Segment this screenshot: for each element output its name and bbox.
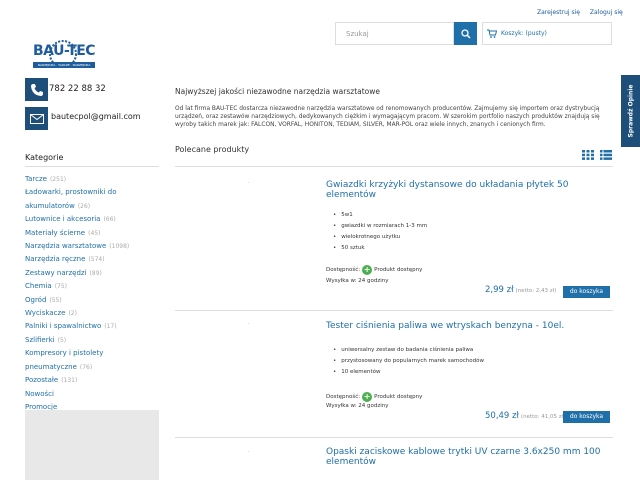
cart-icon <box>487 29 497 38</box>
availability-value: Produkt dostępny <box>374 394 423 400</box>
grid-view-icon[interactable] <box>582 150 594 160</box>
feature-item: 5w1 <box>339 210 427 221</box>
phone-icon <box>30 83 43 96</box>
category-item: akumulatorów (26) <box>25 201 91 210</box>
category-item: Pozostałe (131) <box>25 376 78 385</box>
category-item: Narzędzia warsztatowe (1098) <box>25 242 130 251</box>
featured-title: Polecane produkty <box>175 145 250 154</box>
category-item: Szlifierki (5) <box>25 335 67 344</box>
product-card: · Tester ciśnienia paliwa we wtryskach b… <box>175 309 613 438</box>
product-title[interactable]: Opaski zaciskowe kablowe trytki UV czarn… <box>326 447 606 467</box>
add-to-cart-button[interactable]: do koszyka <box>563 286 610 298</box>
product-card: · Opaski zaciskowe kablowe trytki UV cza… <box>175 437 613 480</box>
availability-label: Dostępność: <box>326 394 361 400</box>
category-item: Zestawy narzędzi (89) <box>25 268 102 277</box>
categories-divider <box>25 166 159 167</box>
sidebar-banner-placeholder <box>25 410 159 480</box>
categories-title: Kategorie <box>25 153 64 162</box>
price: 2,99 zł (netto: 2,43 zł) <box>485 285 556 295</box>
logo-subtext: NARZĘDZIA · TARCZE · NARZĘDZIA <box>33 62 95 68</box>
intro-text: Od lat firma BAU-TEC dostarcza niezawodn… <box>175 106 600 129</box>
shipping-time: Wysyłka w: 24 godziny <box>326 403 389 409</box>
product-image-placeholder[interactable]: · <box>248 180 250 186</box>
plus-icon: + <box>362 392 373 402</box>
category-item: pneumatyczne (76) <box>25 362 93 371</box>
category-item: Palniki i spawalnictwo (17) <box>25 322 117 331</box>
availability-value: Produkt dostępny <box>374 267 423 273</box>
page-headline: Najwyższej jakości niezawodne narzędzia … <box>175 87 381 96</box>
cart-label: Koszyk: (pusty) <box>501 30 547 37</box>
category-item: Lutownice i akcesoria (66) <box>25 215 116 224</box>
price-gross: 50,49 zł <box>485 411 519 421</box>
product-image-placeholder[interactable]: · <box>248 449 250 455</box>
logo-text: BAU-TEC <box>33 43 96 59</box>
price: 50,49 zł (netto: 41,05 zł) <box>485 411 565 421</box>
login-link[interactable]: Zaloguj się <box>590 9 623 16</box>
feature-item: wielokrotnego użytku <box>339 232 427 243</box>
availability-label: Dostępność: <box>326 267 361 273</box>
reviews-side-tab[interactable]: Sprawdź Opinie <box>621 75 640 147</box>
category-item: Chemia (75) <box>25 282 68 291</box>
category-item: Ładowarki, prostowniki do <box>25 188 117 197</box>
list-view-icon[interactable] <box>600 150 612 160</box>
availability: Dostępność: + Produkt dostępny <box>326 392 422 402</box>
category-item: Nowości <box>25 389 54 398</box>
shipping-time: Wysyłka w: 24 godziny <box>326 278 389 284</box>
search-input[interactable]: Szukaj <box>335 22 454 45</box>
feature-item: przystosowany do popularnych marek samoc… <box>339 356 484 367</box>
reviews-side-tab-label: Sprawdź Opinie <box>627 84 635 138</box>
envelope-icon <box>29 113 44 124</box>
featured-divider <box>175 166 613 167</box>
category-list: Tarcze (251) Ładowarki, prostowniki do ak… <box>25 173 165 414</box>
search-icon <box>460 28 471 39</box>
phone-icon-box <box>25 78 48 101</box>
mail-icon-box <box>25 107 48 130</box>
category-item: Ogród (55) <box>25 295 62 304</box>
price-net: (netto: 41,05 zł) <box>520 414 566 420</box>
add-to-cart-button[interactable]: do koszyka <box>563 411 610 423</box>
category-item: Kompresory i pistolety <box>25 349 104 358</box>
price-gross: 2,99 zł <box>485 285 514 295</box>
category-item: Narzędzia ręczne (574) <box>25 255 105 264</box>
top-links: Zarejestruj się Zaloguj się <box>537 9 631 16</box>
category-item: Materiały ścierne (45) <box>25 228 101 237</box>
product-card: · Gwiazdki krzyżyki dystansowe do układa… <box>175 168 613 311</box>
product-title[interactable]: Gwiazdki krzyżyki dystansowe do układani… <box>326 180 606 200</box>
product-title[interactable]: Tester ciśnienia paliwa we wtryskach ben… <box>326 321 606 331</box>
feature-item: gwiazdki w rozmiarach 1-3 mm <box>339 221 427 232</box>
search-button[interactable] <box>454 22 477 45</box>
feature-item: 50 sztuk <box>339 243 427 254</box>
product-features: uniwersalny zestaw do badania ciśnienia … <box>339 345 484 378</box>
feature-item: uniwersalny zestaw do badania ciśnienia … <box>339 345 484 356</box>
product-features: 5w1 gwiazdki w rozmiarach 1-3 mm wielokr… <box>339 210 427 254</box>
phone-number: 782 22 88 32 <box>49 84 106 94</box>
email-address: bautecpol@gmail.com <box>51 112 141 121</box>
plus-icon: + <box>362 265 373 275</box>
category-item: Wyciskacze (2) <box>25 309 77 318</box>
cart-button[interactable]: Koszyk: (pusty) <box>482 22 612 45</box>
register-link[interactable]: Zarejestruj się <box>537 9 580 16</box>
feature-item: 10 elementów <box>339 367 484 378</box>
category-item: Tarcze (251) <box>25 175 67 183</box>
product-image-placeholder[interactable]: · <box>248 321 250 327</box>
price-net: (netto: 2,43 zł) <box>515 288 557 294</box>
availability: Dostępność: + Produkt dostępny <box>326 265 422 275</box>
